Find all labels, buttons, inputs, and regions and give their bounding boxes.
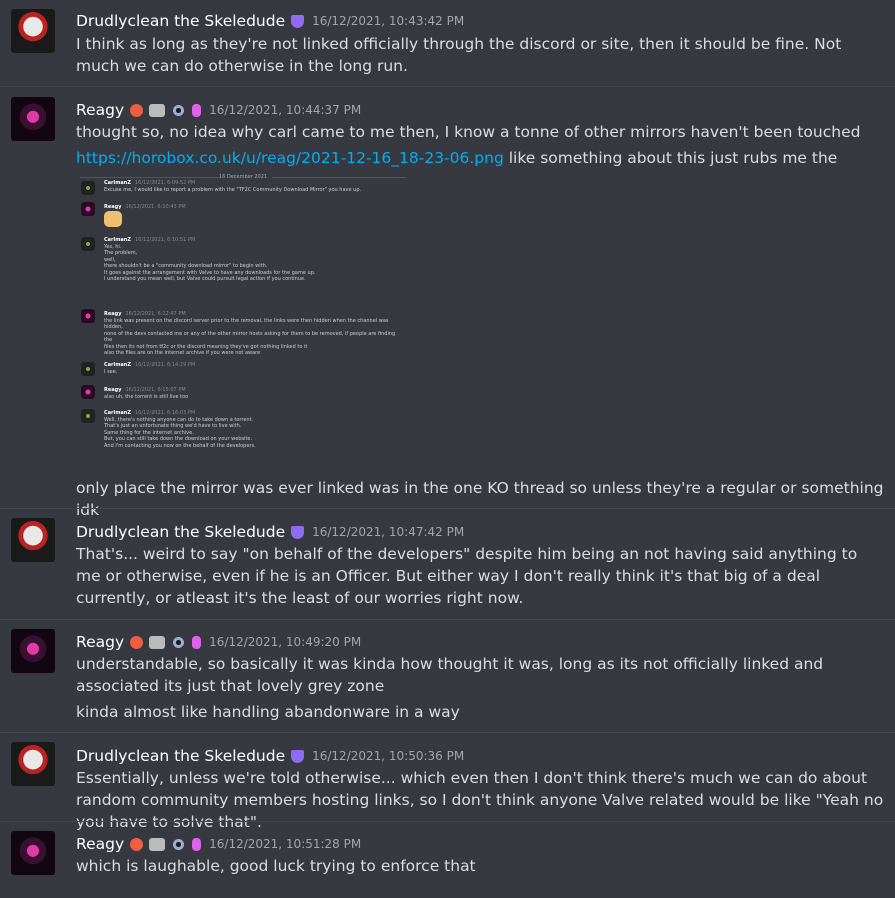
boost-badge-icon bbox=[149, 635, 166, 649]
gem-badge-icon bbox=[192, 635, 202, 649]
embed-timestamp: 16/12/2021, 6:10:43 PM bbox=[125, 204, 186, 210]
avatar bbox=[81, 237, 95, 251]
embed-line: also uh, the torrent is still live too bbox=[104, 393, 189, 400]
message-text: understandable, so basically it was kind… bbox=[76, 655, 824, 695]
gem-badge-icon bbox=[192, 103, 202, 117]
avatar[interactable] bbox=[11, 518, 55, 562]
shield-badge-icon bbox=[291, 14, 305, 28]
embed-timestamp: 16/12/2021, 6:16:03 PM bbox=[135, 410, 196, 416]
boost-badge-icon bbox=[149, 837, 166, 851]
message-text: only place the mirror was ever linked wa… bbox=[76, 479, 884, 519]
avatar[interactable] bbox=[11, 742, 55, 786]
heart-badge-icon bbox=[130, 635, 144, 649]
emoji-icon bbox=[104, 211, 122, 227]
avatar bbox=[81, 181, 95, 195]
avatar bbox=[81, 202, 95, 216]
embed-line: Excuse me, I would like to report a prob… bbox=[104, 186, 362, 193]
username[interactable]: Reagy bbox=[76, 101, 124, 119]
username[interactable]: Drudlyclean the Skeledude bbox=[76, 12, 285, 30]
embed-line: Same thing for the internet archive. bbox=[104, 429, 194, 436]
embed-row: Reagy 16/12/2021, 6:15:07 PM also uh, the… bbox=[104, 387, 404, 400]
shield-badge-icon bbox=[291, 525, 305, 539]
embed-username: Reagy bbox=[104, 204, 122, 210]
embed-line: But, you can still take down the downloa… bbox=[104, 436, 253, 442]
embed-line: also the files are on the internet archi… bbox=[104, 350, 261, 356]
username[interactable]: Drudlyclean the Skeledude bbox=[76, 747, 285, 765]
eye-badge-icon bbox=[171, 103, 187, 117]
embed-row: Reagy 16/12/2021, 6:12:47 PM the link was… bbox=[104, 311, 404, 357]
embed-line: none of the devs contacted me or any of … bbox=[104, 330, 396, 344]
embed-username: CarlmanZ bbox=[104, 362, 131, 368]
embed-timestamp: 16/12/2021, 6:10:51 PM bbox=[135, 237, 196, 243]
embed-timestamp: 16/12/2021, 6:12:47 PM bbox=[125, 311, 186, 317]
timestamp: 16/12/2021, 10:47:42 PM bbox=[312, 525, 465, 539]
message-text: I think as long as they're not linked of… bbox=[76, 35, 842, 75]
avatar bbox=[81, 385, 95, 399]
embed-row: CarlmanZ 16/12/2021, 6:14:29 PM I see. bbox=[104, 362, 404, 375]
boost-badge-icon bbox=[149, 103, 166, 117]
embed-row: CarlmanZ 16/12/2021, 6:10:51 PM Yes, hi. … bbox=[104, 237, 404, 283]
divider bbox=[0, 508, 895, 509]
embed-timestamp: 16/12/2021, 6:14:29 PM bbox=[135, 362, 196, 368]
message-text: That's... weird to say "on behalf of the… bbox=[76, 545, 858, 607]
timestamp: 16/12/2021, 10:50:36 PM bbox=[312, 749, 465, 763]
embed-line: there shouldn't be a "community download… bbox=[104, 263, 268, 269]
divider bbox=[272, 177, 406, 178]
gem-badge-icon bbox=[192, 837, 202, 851]
embed-username: CarlmanZ bbox=[104, 180, 131, 186]
embed-line: It goes against the arrangement with Val… bbox=[104, 269, 316, 276]
embed-line: Well, there's nothing anyone can do to t… bbox=[104, 416, 254, 423]
embed-line: the link was present on the discord serv… bbox=[104, 317, 389, 331]
message-text: thought so, no idea why carl came to me … bbox=[76, 123, 861, 141]
timestamp: 16/12/2021, 10:49:20 PM bbox=[209, 635, 362, 649]
embed-username: Reagy bbox=[104, 311, 122, 317]
eye-badge-icon bbox=[171, 837, 187, 851]
heart-badge-icon bbox=[130, 837, 144, 851]
embed-line: The problem, bbox=[104, 250, 138, 256]
embed-timestamp: 16/12/2021, 6:09:52 PM bbox=[135, 180, 196, 186]
divider bbox=[0, 821, 895, 822]
embed-row: Reagy 16/12/2021, 6:10:43 PM bbox=[104, 204, 404, 211]
embed-line: I understand you mean well, but Valve co… bbox=[104, 276, 306, 282]
embed-line: Yes, hi. bbox=[104, 243, 122, 250]
divider bbox=[0, 732, 895, 733]
embed-row: CarlmanZ 16/12/2021, 6:09:52 PM Excuse me… bbox=[104, 180, 404, 193]
embed-timestamp: 16/12/2021, 6:15:07 PM bbox=[125, 387, 186, 393]
heart-badge-icon bbox=[130, 103, 144, 117]
timestamp: 16/12/2021, 10:43:42 PM bbox=[312, 14, 465, 28]
image-link[interactable]: https://horobox.co.uk/u/reag/2021-12-16_… bbox=[76, 149, 504, 167]
image-embed[interactable]: 16 December 2021 CarlmanZ 16/12/2021, 6:0… bbox=[76, 169, 410, 467]
shield-badge-icon bbox=[291, 749, 305, 763]
username[interactable]: Reagy bbox=[76, 633, 124, 651]
embed-username: CarlmanZ bbox=[104, 237, 131, 243]
embed-row: CarlmanZ 16/12/2021, 6:16:03 PM Well, the… bbox=[104, 410, 404, 449]
username[interactable]: Drudlyclean the Skeledude bbox=[76, 523, 285, 541]
embed-line: I see. bbox=[104, 368, 118, 375]
timestamp: 16/12/2021, 10:51:28 PM bbox=[209, 837, 362, 851]
embed-username: CarlmanZ bbox=[104, 410, 131, 416]
embed-line: well, bbox=[104, 256, 116, 263]
divider bbox=[0, 619, 895, 620]
avatar[interactable] bbox=[11, 831, 55, 875]
message-text: Essentially, unless we're told otherwise… bbox=[76, 769, 884, 831]
embed-line: That's just an unfortunate thing we'd ha… bbox=[104, 423, 242, 429]
avatar[interactable] bbox=[11, 629, 55, 673]
embed-line: And I'm contacting you now on the behalf… bbox=[104, 442, 256, 449]
avatar[interactable] bbox=[11, 9, 55, 53]
timestamp: 16/12/2021, 10:44:37 PM bbox=[209, 103, 362, 117]
eye-badge-icon bbox=[171, 635, 187, 649]
divider bbox=[0, 86, 895, 87]
avatar[interactable] bbox=[11, 97, 55, 141]
embed-line: files then its not from tf2c or the disc… bbox=[104, 343, 308, 350]
avatar bbox=[81, 362, 95, 376]
embed-username: Reagy bbox=[104, 387, 122, 393]
message-text: which is laughable, good luck trying to … bbox=[76, 857, 476, 875]
avatar bbox=[81, 309, 95, 323]
message-text: kinda almost like handling abandonware i… bbox=[76, 703, 460, 721]
avatar bbox=[81, 409, 95, 423]
username[interactable]: Reagy bbox=[76, 835, 124, 853]
